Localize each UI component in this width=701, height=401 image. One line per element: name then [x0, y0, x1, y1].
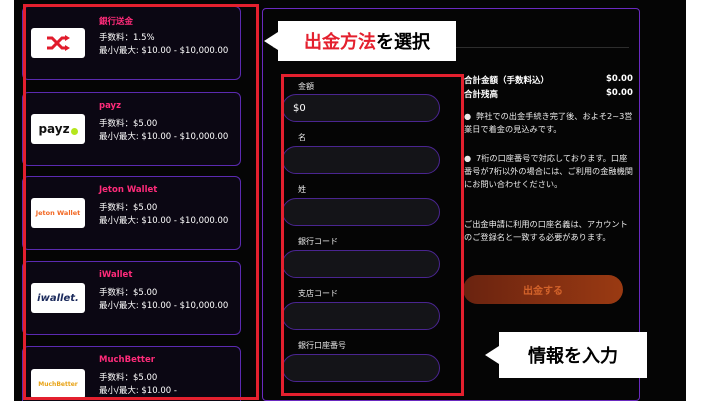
- method-card-muchbetter[interactable]: MuchBetter MuchBetter 手数料：$5.00 最小/最大: $…: [22, 346, 241, 401]
- note-text: 弊社での出金手続き完了後、およそ2~3営業日で着金の見込みです。: [464, 111, 633, 135]
- jeton-logo: Jeton Wallet: [31, 198, 85, 228]
- method-limit: 最小/最大: $10.00 - $10,000.00: [99, 46, 229, 56]
- bullet-icon: ●: [464, 111, 472, 121]
- method-limit: 最小/最大: $10.00 - $10,000.00: [99, 132, 229, 142]
- shuffle-icon: [47, 35, 70, 51]
- method-fee: 手数料：$5.00: [99, 288, 158, 298]
- amount-label: 金額: [298, 82, 314, 91]
- total-balance-row: 合計残高 $0.00: [464, 88, 633, 100]
- bank-transfer-logo: [31, 28, 85, 58]
- total-balance-value: $0.00: [606, 88, 633, 98]
- branch-code-input[interactable]: [282, 302, 440, 330]
- method-fee: 手数料：1.5%: [99, 33, 155, 43]
- note-account-name: ご出金申請に利用の口座名義は、アカウントのご登録名と一致する必要があります。: [464, 219, 628, 243]
- method-name: iWallet: [99, 270, 133, 280]
- method-card-iwallet[interactable]: iwallet. iWallet 手数料：$5.00 最小/最大: $10.00…: [22, 261, 241, 335]
- bank-code-input[interactable]: [282, 250, 440, 278]
- payz-dot-icon: [70, 127, 78, 135]
- iwallet-logo: iwallet.: [31, 283, 85, 313]
- callout-pointer: [485, 346, 499, 364]
- total-amount-value: $0.00: [606, 74, 633, 84]
- callout-method-text: 出金方法: [304, 32, 376, 53]
- method-fee: 手数料：$5.00: [99, 373, 158, 383]
- payz-logo-text: payz: [38, 122, 70, 136]
- last-name-input[interactable]: [282, 198, 440, 226]
- method-card-bank-transfer[interactable]: 銀行送金 手数料：1.5% 最小/最大: $10.00 - $10,000.00: [22, 6, 241, 80]
- method-name: MuchBetter: [99, 355, 155, 365]
- callout-select-text: を選択: [376, 32, 430, 53]
- total-amount-row: 合計金額（手数料込） $0.00: [464, 74, 633, 86]
- payment-method-list: 銀行送金 手数料：1.5% 最小/最大: $10.00 - $10,000.00…: [0, 0, 245, 401]
- callout-enter-info: 情報を入力: [485, 332, 647, 378]
- bank-code-label: 銀行コード: [298, 237, 338, 246]
- account-number-input[interactable]: [282, 354, 440, 382]
- method-name: Jeton Wallet: [99, 185, 158, 195]
- iwallet-logo-text: iwallet.: [37, 292, 79, 304]
- muchbetter-logo-text: MuchBetter: [38, 380, 78, 388]
- method-limit: 最小/最大: $10.00 - $10,000.00: [99, 216, 229, 226]
- method-card-payz[interactable]: payz payz 手数料：$5.00 最小/最大: $10.00 - $10,…: [22, 92, 241, 166]
- first-name-input[interactable]: [282, 146, 440, 174]
- bullet-icon: ●: [464, 153, 472, 163]
- method-limit: 最小/最大: $10.00 -: [99, 386, 177, 396]
- note-text: 7桁の口座番号で対応しております。口座番号が7桁以外の場合には、ご利用の金融機関…: [464, 153, 633, 190]
- amount-input[interactable]: [282, 94, 440, 122]
- callout-select-method: 出金方法 を選択: [264, 21, 456, 61]
- payz-logo: payz: [31, 114, 85, 144]
- branch-code-label: 支店コード: [298, 289, 338, 298]
- method-name: payz: [99, 101, 122, 111]
- jeton-logo-text: Jeton Wallet: [35, 209, 81, 217]
- method-fee: 手数料：$5.00: [99, 119, 158, 129]
- note-processing-time: ● 弊社での出金手続き完了後、およそ2~3営業日で着金の見込みです。: [464, 110, 634, 136]
- total-amount-label: 合計金額（手数料込）: [464, 76, 550, 86]
- callout-enter-info-text: 情報を入力: [528, 346, 618, 367]
- method-fee: 手数料：$5.00: [99, 203, 158, 213]
- muchbetter-logo: MuchBetter: [31, 369, 85, 399]
- total-balance-label: 合計残高: [464, 90, 499, 100]
- account-number-label: 銀行口座番号: [298, 341, 346, 350]
- method-card-jeton[interactable]: Jeton Wallet Jeton Wallet 手数料：$5.00 最小/最…: [22, 176, 241, 250]
- method-name: 銀行送金: [99, 17, 134, 27]
- callout-pointer: [264, 32, 278, 50]
- method-limit: 最小/最大: $10.00 - $10,000.00: [99, 301, 229, 311]
- withdraw-button[interactable]: 出金する: [463, 275, 623, 304]
- note-account-digits: ● 7桁の口座番号で対応しております。口座番号が7桁以外の場合には、ご利用の金融機…: [464, 152, 634, 192]
- last-name-label: 姓: [298, 185, 306, 194]
- first-name-label: 名: [298, 133, 306, 142]
